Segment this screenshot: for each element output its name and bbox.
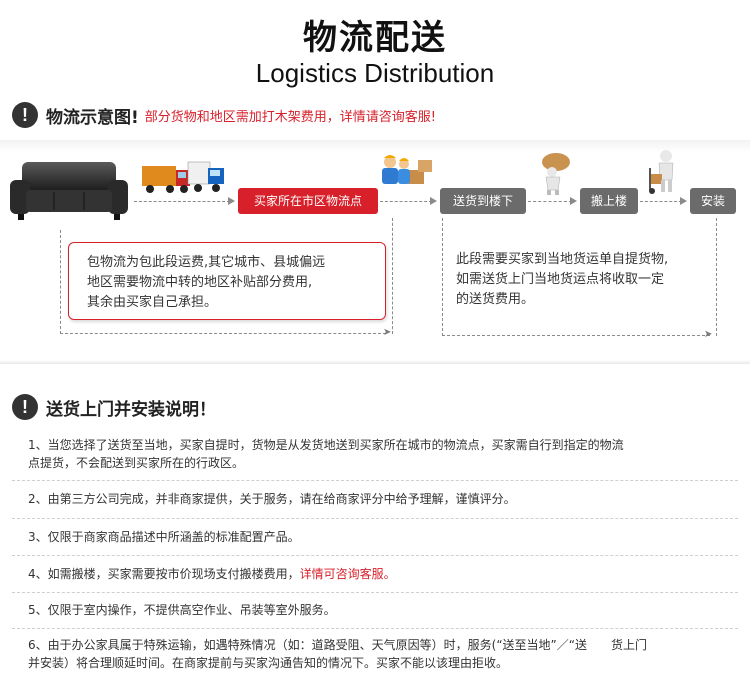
- section-logistics-title: 物流示意图!: [46, 107, 139, 128]
- step-carry-upstairs: 搬上楼: [580, 188, 638, 214]
- list-item: 5、仅限于室内操作，不提供高空作业、吊装等室外服务。: [28, 601, 728, 619]
- item-separator: [12, 480, 738, 481]
- item-line: 点提货，不会配送到买家所在的行政区。: [28, 456, 245, 470]
- list-item: 2、由第三方公司完成，并非商家提供，关于服务，请在给商家评分中给予理解，谨慎评分…: [28, 490, 728, 508]
- flow-connector: [528, 201, 572, 202]
- section-divider: [0, 360, 750, 364]
- item-separator: [12, 628, 738, 629]
- section-install-header: ! 送货上门并安装说明！: [12, 394, 216, 420]
- step-deliver-downstairs: 送货到楼下: [440, 188, 526, 214]
- note-line: 如需送货上门当地货运点将收取一定: [456, 272, 665, 287]
- arrow-right-icon: ➤: [704, 329, 713, 340]
- list-item: 3、仅限于商家商品描述中所涵盖的标准配置产品。: [28, 528, 728, 546]
- item-line: 1、当您选择了送货至当地，买家自提时，货物是从发货地送到买家所在城市的物流点，买…: [28, 438, 624, 452]
- note-line: 地区需要物流中转的地区补贴部分费用,: [87, 275, 313, 290]
- note-line: 包物流为包此段运费,其它城市、县城偏远: [87, 255, 326, 270]
- page-title-cn: 物流配送: [303, 18, 447, 58]
- list-item: 6、由于办公家具属于特殊运输，如遇特殊情况（如：道路受阻、天气原因等）时，服务(…: [28, 636, 728, 672]
- bracket-right-bottom-line: [442, 335, 710, 336]
- section-install-title: 送货上门并安装说明！: [46, 399, 216, 420]
- item-line: 并安装）将合理顺延时间。在商家提前与买家沟通告知的情况下。买家不能以该理由拒收。: [28, 656, 509, 670]
- item-line: 4、如需搬楼，买家需要按市价现场支付搬楼费用，: [28, 567, 300, 581]
- step-install: 安装: [690, 188, 736, 214]
- section-logistics-header: ! 物流示意图! 部分货物和地区需加打木架费用，详情请咨询客服!: [12, 102, 436, 128]
- item-line: 2、由第三方公司完成，并非商家提供，关于服务，请在给商家评分中给予理解，谨慎评分…: [28, 492, 516, 506]
- note-line: 此段需要买家到当地货运单自提货物,: [456, 252, 669, 267]
- item-line: 6、由于办公家具属于特殊运输，如遇特殊情况（如：道路受阻、天气原因等）时，服务(…: [28, 638, 647, 652]
- exclamation-icon: !: [12, 102, 38, 128]
- bracket-bottom-line: [60, 333, 386, 334]
- item-separator: [12, 518, 738, 519]
- flow-band: [0, 140, 750, 152]
- step-city-logistics-point: 买家所在市区物流点: [238, 188, 378, 214]
- list-item: 1、当您选择了送货至当地，买家自提时，货物是从发货地送到买家所在城市的物流点，买…: [28, 436, 728, 472]
- note-line: 的送货费用。: [456, 292, 535, 307]
- arrow-right-icon: [680, 197, 687, 205]
- section-logistics-note: 部分货物和地区需加打木架费用，详情请咨询客服!: [144, 109, 436, 125]
- bracket-right-end-line: [716, 218, 717, 336]
- hand-truck-icon: [649, 150, 674, 194]
- flow-connector: [134, 201, 230, 202]
- item-highlight: 详情可咨询客服。: [299, 567, 396, 581]
- bracket-right-start-line: [442, 218, 443, 336]
- flow-connector: [640, 201, 682, 202]
- sofa-icon: [10, 162, 128, 220]
- bracket-mid-line: [392, 218, 393, 334]
- trucks-icon: [142, 161, 224, 193]
- note-self-pickup: 此段需要买家到当地货运单自提货物, 如需送货上门当地货运点将收取一定 的送货费用…: [456, 250, 716, 310]
- workers-boxes-icon: [382, 155, 432, 184]
- arrow-right-icon: [570, 197, 577, 205]
- arrow-right-icon: ➤: [383, 327, 392, 338]
- arrow-right-icon: [228, 197, 235, 205]
- item-separator: [12, 555, 738, 556]
- flow-connector: [380, 201, 432, 202]
- note-line: 其余由买家自己承担。: [87, 295, 218, 310]
- item-separator: [12, 592, 738, 593]
- page-title-en: Logistics Distribution: [255, 58, 495, 88]
- arrow-right-icon: [430, 197, 437, 205]
- porter-icon: [542, 153, 570, 195]
- list-item: 4、如需搬楼，买家需要按市价现场支付搬楼费用，详情可咨询客服。: [28, 565, 728, 583]
- item-line: 3、仅限于商家商品描述中所涵盖的标准配置产品。: [28, 530, 300, 544]
- note-logistics-fee: 包物流为包此段运费,其它城市、县城偏远 地区需要物流中转的地区补贴部分费用, 其…: [68, 242, 386, 320]
- bracket-left-line: [60, 230, 61, 334]
- exclamation-icon: !: [12, 394, 38, 420]
- item-line: 5、仅限于室内操作，不提供高空作业、吊装等室外服务。: [28, 603, 336, 617]
